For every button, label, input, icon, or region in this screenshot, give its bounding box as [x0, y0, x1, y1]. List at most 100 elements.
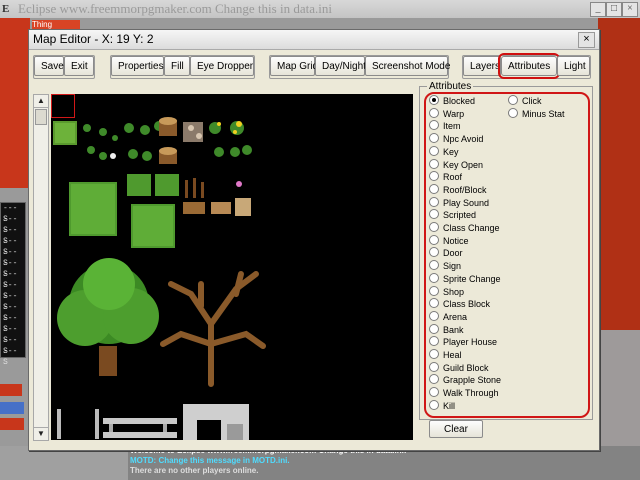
- tileset-scrollbar[interactable]: ▲ ▼: [33, 94, 49, 441]
- attribute-label: Item: [443, 121, 461, 132]
- minimize-button[interactable]: _: [590, 2, 606, 17]
- radio-circle-icon[interactable]: [429, 171, 439, 182]
- dead-tree: [160, 271, 266, 387]
- save-button[interactable]: Save: [34, 56, 64, 76]
- map-editor-window: Map Editor - X: 19 Y: 2 × Save Exit Prop…: [28, 29, 600, 451]
- radio-circle-icon[interactable]: [429, 387, 439, 398]
- attribute-radio[interactable]: Scripted: [429, 209, 476, 221]
- map-editor-title: Map Editor - X: 19 Y: 2: [29, 30, 599, 50]
- attribute-radio[interactable]: Heal: [429, 349, 462, 361]
- radio-circle-icon[interactable]: [429, 361, 439, 372]
- list-item: --- S: [3, 226, 18, 246]
- attribute-radio[interactable]: Notice: [429, 234, 469, 247]
- attribute-label: Door: [443, 248, 463, 259]
- attribute-radio[interactable]: Class Block: [429, 298, 490, 310]
- attribute-radio[interactable]: Guild Block: [429, 361, 489, 374]
- radio-circle-icon[interactable]: [429, 196, 439, 207]
- radio-circle-icon[interactable]: [429, 133, 439, 144]
- layers-button[interactable]: Layers: [463, 56, 501, 76]
- light-button[interactable]: Light: [557, 56, 590, 76]
- radio-circle-icon[interactable]: [429, 183, 439, 194]
- radio-circle-icon[interactable]: [429, 336, 439, 347]
- radio-circle-icon[interactable]: [429, 107, 439, 118]
- attribute-radio[interactable]: Walk Through: [429, 387, 499, 399]
- radio-circle-icon[interactable]: [429, 120, 439, 131]
- screenshot-mode-button[interactable]: Screenshot Mode: [365, 56, 450, 76]
- list-item: --- S: [3, 248, 18, 268]
- radio-circle-icon[interactable]: [429, 247, 439, 258]
- attribute-radio[interactable]: Roof: [429, 171, 462, 183]
- radio-circle-icon[interactable]: [429, 145, 439, 156]
- radio-circle-icon[interactable]: [429, 285, 439, 296]
- attribute-label: Play Sound: [443, 197, 490, 208]
- attribute-radio[interactable]: Sprite Change: [429, 272, 501, 285]
- attribute-radio[interactable]: Arena: [429, 310, 468, 323]
- day-night-button[interactable]: Day/Night: [315, 56, 366, 76]
- tileset-canvas[interactable]: [51, 94, 413, 440]
- attribute-radio[interactable]: Grapple Stone: [429, 374, 501, 386]
- radio-circle-icon[interactable]: [429, 260, 439, 271]
- attribute-radio[interactable]: Warp: [429, 107, 464, 120]
- attribute-radio[interactable]: Roof/Block: [429, 183, 487, 196]
- attribute-radio[interactable]: Blocked: [429, 95, 475, 107]
- radio-circle-icon[interactable]: [429, 222, 439, 232]
- exit-button[interactable]: Exit: [64, 56, 94, 76]
- maximize-button[interactable]: □: [606, 2, 622, 17]
- game-map-right-lower: [598, 330, 640, 446]
- eye-dropper-button[interactable]: Eye Dropper: [190, 56, 254, 76]
- radio-circle-icon[interactable]: [429, 234, 439, 245]
- attribute-label: Npc Avoid: [443, 134, 484, 145]
- chat-players: There are no other players online.: [130, 466, 259, 475]
- radio-circle-icon[interactable]: [429, 399, 439, 410]
- scroll-thumb[interactable]: [35, 109, 47, 125]
- radio-circle-icon[interactable]: [508, 95, 518, 105]
- close-button[interactable]: ×: [622, 2, 638, 17]
- radio-circle-icon[interactable]: [429, 272, 439, 283]
- attribute-radio[interactable]: Door: [429, 247, 463, 259]
- attribute-radio[interactable]: Key: [429, 145, 459, 158]
- attribute-radio[interactable]: Npc Avoid: [429, 133, 483, 145]
- radio-circle-icon[interactable]: [429, 298, 439, 309]
- selected-tile[interactable]: [51, 94, 75, 118]
- list-item: --- S: [3, 270, 18, 290]
- attribute-label: Arena: [443, 311, 468, 322]
- radio-circle-icon[interactable]: [429, 374, 439, 385]
- tree-stumps: [159, 117, 177, 164]
- attribute-label: Notice: [443, 235, 469, 246]
- map-grid-button[interactable]: Map Grid: [270, 56, 318, 76]
- radio-circle-icon[interactable]: [429, 349, 439, 359]
- clear-button[interactable]: Clear: [429, 420, 483, 438]
- list-item: --- S: [3, 281, 18, 301]
- map-editor-close-button[interactable]: ×: [578, 32, 595, 48]
- fill-button[interactable]: Fill: [164, 56, 190, 76]
- scroll-up-button[interactable]: ▲: [34, 95, 48, 108]
- attribute-radio[interactable]: Sign: [429, 260, 461, 272]
- attribute-label: Shop: [443, 286, 465, 297]
- sp-bar: [0, 418, 24, 430]
- chat-left-area: [0, 446, 128, 480]
- attribute-radio[interactable]: Kill: [429, 399, 456, 412]
- game-map-left: Thing: [0, 18, 80, 188]
- attribute-radio[interactable]: Class Change: [429, 222, 500, 234]
- attribute-radio[interactable]: Click: [508, 95, 542, 107]
- attribute-radio[interactable]: Play Sound: [429, 196, 490, 209]
- scroll-down-button[interactable]: ▼: [34, 427, 48, 440]
- radio-circle-icon[interactable]: [429, 323, 439, 334]
- attribute-radio[interactable]: Bank: [429, 323, 464, 336]
- attribute-radio[interactable]: Shop: [429, 285, 465, 298]
- attribute-label: Sprite Change: [443, 273, 501, 284]
- attribute-radio[interactable]: Key Open: [429, 158, 483, 171]
- attribute-radio[interactable]: Item: [429, 120, 461, 132]
- attribute-radio[interactable]: Player House: [429, 336, 497, 348]
- radio-circle-icon[interactable]: [429, 310, 439, 321]
- attribute-label: Kill: [443, 400, 456, 411]
- radio-circle-icon[interactable]: [508, 107, 518, 118]
- list-item: --- S: [3, 336, 18, 356]
- file-toolbar: Save Exit: [33, 55, 95, 79]
- attribute-radio[interactable]: Minus Stat: [508, 107, 565, 120]
- radio-circle-icon[interactable]: [429, 158, 439, 169]
- radio-circle-icon[interactable]: [429, 209, 439, 220]
- properties-button[interactable]: Properties: [111, 56, 164, 76]
- radio-circle-icon[interactable]: [429, 95, 439, 105]
- attributes-button[interactable]: Attributes: [498, 53, 560, 79]
